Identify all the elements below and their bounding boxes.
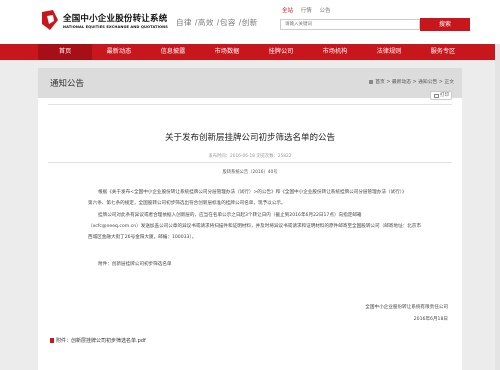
nav-item-rules[interactable]: 法律规则	[362, 44, 416, 60]
search-button[interactable]: 搜索	[420, 18, 470, 31]
printer-icon	[434, 94, 439, 98]
paragraph-line: （xcfc@neeq.com.cn）发送加盖公司公章的异议书或请求将扫描件和证明…	[88, 224, 421, 229]
paragraph-line: 挂牌公司对此条有异议或者合理依据入创新层的，应当在名单公示之日起3个转让日内（截…	[98, 213, 362, 218]
scope-tab-all[interactable]: 全站	[282, 8, 293, 14]
article-panel: 打印 关于发布创新层挂牌公司初步筛选名单的公告 发布时间：2016-06-18 …	[38, 91, 462, 370]
signature-date: 2016年6月18日	[413, 317, 448, 322]
signature-organization: 全国中小企业股份转让系统有限责任公司	[365, 305, 448, 310]
logo-name-en: NATIONAL EQUITIES EXCHANGE AND QUOTATION…	[63, 25, 168, 29]
attachment-link[interactable]: 附件：创新层挂牌公司初步筛选名单.pdf	[50, 337, 146, 344]
scope-tab-announcements[interactable]: 公告	[320, 8, 331, 14]
section-header: 通知公告 首页 > 最新动态 > 通知公告 > 正文	[38, 68, 462, 98]
site-header: 全国中小企业股份转让系统 NATIONAL EQUITIES EXCHANGE …	[0, 0, 500, 44]
breadcrumb-text[interactable]: 首页 > 最新动态 > 通知公告 > 正文	[375, 80, 454, 85]
paragraph-line: 西城区金融大街丁26号金阳大厦，邮编：100033）。	[88, 235, 197, 240]
article-title: 关于发布创新层挂牌公司初步筛选名单的公告	[164, 133, 335, 143]
print-button[interactable]: 打印	[430, 91, 452, 100]
main-nav: 首页 最新动态 信息披露 市场数据 挂牌公司 市场机构 法律规则 服务专区	[0, 44, 500, 60]
section-title: 通知公告	[50, 79, 85, 89]
nav-item-listed-companies[interactable]: 挂牌公司	[254, 44, 308, 60]
paragraph-line: 根据《关于发布<全国中小企业股份转让系统挂牌公司分层管理办法（试行）>的公告》和…	[98, 190, 407, 195]
nav-item-disclosure[interactable]: 信息披露	[146, 44, 200, 60]
attachment-link-text[interactable]: 附件：创新层挂牌公司初步筛选名单.pdf	[56, 338, 146, 344]
scrollbar[interactable]	[495, 44, 500, 370]
attachment-note: 附件：创新层挂牌公司初步筛选名单	[98, 262, 172, 267]
nav-item-news[interactable]: 最新动态	[92, 44, 146, 60]
nav-item-market-data[interactable]: 市场数据	[200, 44, 254, 60]
nav-item-home[interactable]: 首页	[38, 44, 92, 60]
nav-item-services[interactable]: 服务专区	[416, 44, 470, 60]
search-input[interactable]	[280, 19, 420, 30]
pdf-icon	[50, 338, 54, 343]
breadcrumb: 首页 > 最新动态 > 通知公告 > 正文	[369, 78, 454, 85]
document-number: 股转系统公告〔2016〕40号	[222, 170, 278, 175]
search-scope-tabs: 全站 行情 公告	[282, 6, 337, 14]
article-meta: 发布时间：2016-06-18 浏览次数：25822	[208, 154, 292, 159]
divider	[48, 104, 452, 105]
logo-name-cn[interactable]: 全国中小企业股份转让系统	[63, 12, 167, 24]
paragraph-line: 第六条、第七条的规定，全国股转公司初步筛选出符合创新层标准的挂牌公司名单，现予以…	[88, 201, 286, 206]
divider	[48, 162, 452, 163]
nav-item-market-institutions[interactable]: 市场机构	[308, 44, 362, 60]
logo-icon[interactable]	[40, 9, 60, 31]
scope-tab-quotes[interactable]: 行情	[301, 8, 312, 14]
print-label: 打印	[440, 93, 449, 98]
home-icon	[369, 79, 374, 84]
slogan: 自律 /高效 /包容 /创新	[176, 18, 258, 27]
